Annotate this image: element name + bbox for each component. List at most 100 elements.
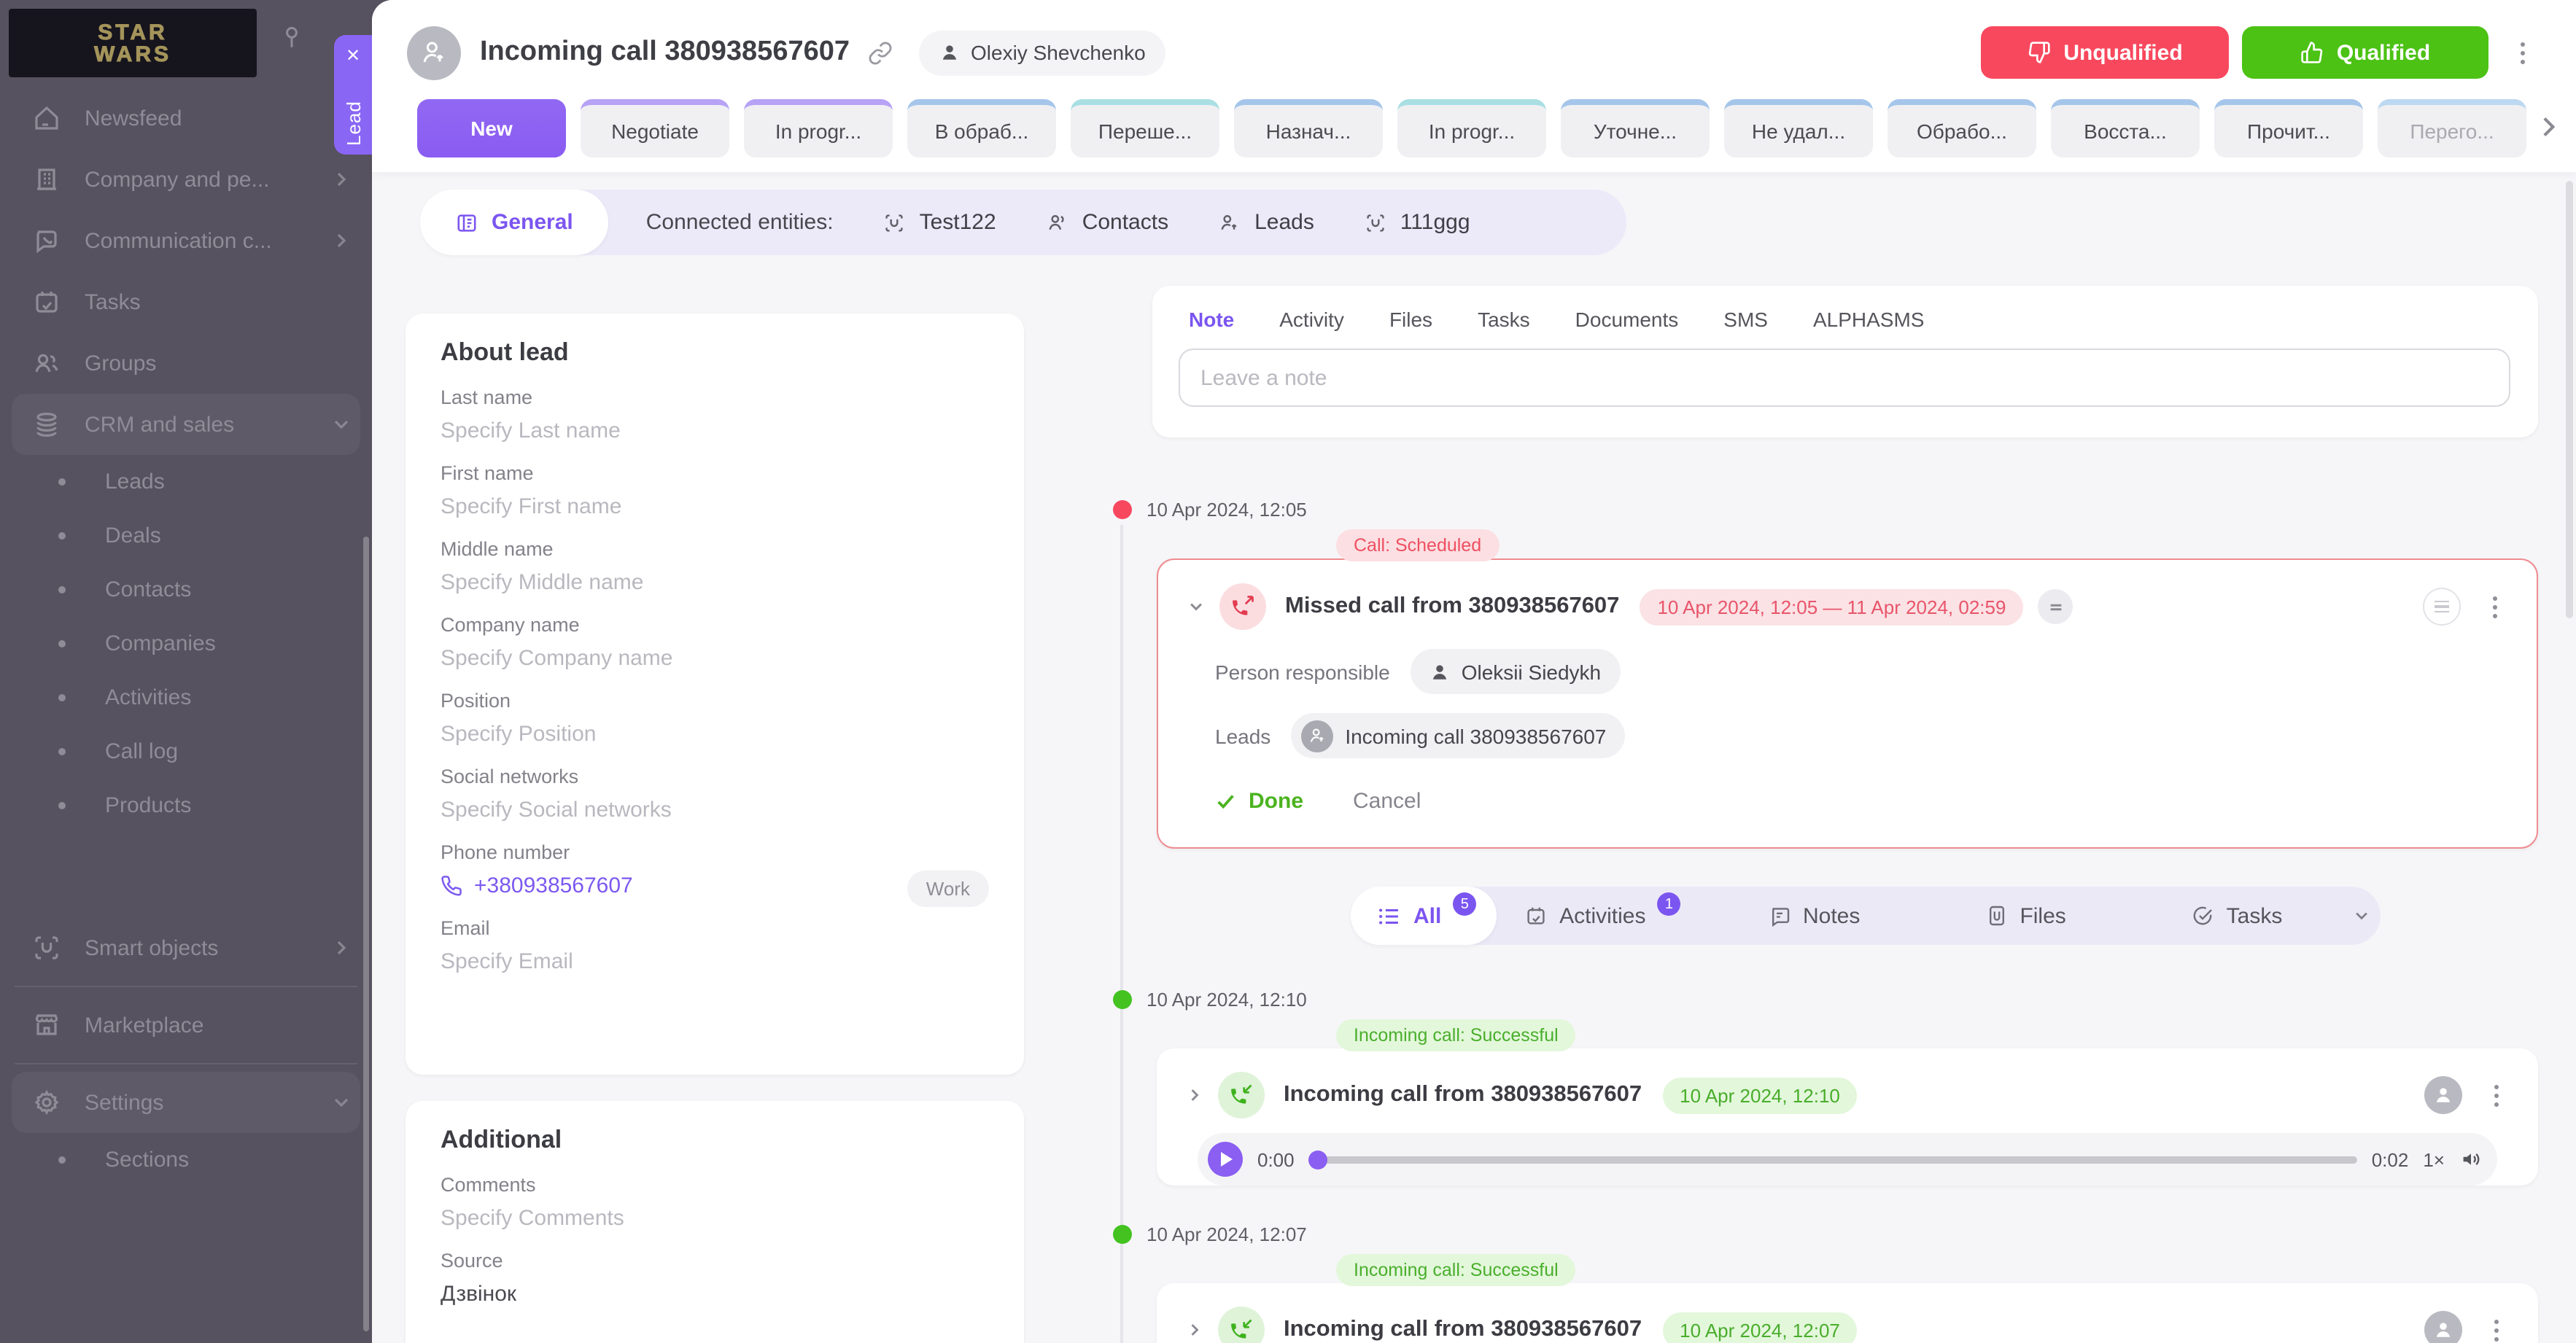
volume-icon[interactable] [2459,1148,2483,1171]
avatar[interactable] [2424,1311,2462,1343]
field-placeholder[interactable]: Specify Email [441,949,989,974]
gear-icon [32,1088,61,1117]
sidebar-item-marketplace[interactable]: Marketplace [0,994,372,1056]
stage-v-obrabotke[interactable]: В обраб... [907,99,1056,157]
panel-scrollbar[interactable] [2566,181,2573,618]
person-responsible-chip[interactable]: Oleksii Siedykh [1411,649,1620,694]
filter-files[interactable]: Files [1920,903,2131,928]
tab-leads[interactable]: Leads [1218,210,1314,235]
sidebar-item-products[interactable]: Products [0,779,372,833]
description-icon[interactable] [2038,589,2073,624]
audio-progress-thumb[interactable] [1309,1150,1328,1169]
done-button[interactable]: Done [1215,789,1303,814]
sidebar-item-company-and-people[interactable]: Company and pe... [0,149,372,210]
field-placeholder[interactable]: Specify Middle name [441,570,989,595]
stage-pereshel[interactable]: Переше... [1071,99,1219,157]
more-options-icon[interactable] [2480,1075,2512,1116]
pin-icon[interactable] [277,23,306,52]
sidebar-item-communication-channels[interactable]: Communication c... [0,210,372,271]
chevron-down-icon[interactable] [1187,598,1205,615]
sidebar-item-call-log[interactable]: Call log [0,725,372,779]
stage-vosstanovlenie[interactable]: Восста... [2051,99,2200,157]
avatar[interactable] [2424,1076,2462,1114]
lead-panel-tab[interactable]: ✕ Lead [334,35,372,155]
tab-test122[interactable]: Test122 [883,210,996,235]
filter-activities[interactable]: Activities 1 [1497,903,1708,928]
sidebar-item-tasks[interactable]: Tasks [0,271,372,332]
sidebar-scrollbar[interactable] [363,537,369,1331]
stages-scroll-right-icon[interactable] [2535,114,2561,140]
activity-title[interactable]: Incoming call from 380938567607 [1284,1317,1642,1343]
tab-note[interactable]: Note [1189,308,1234,331]
chevron-right-icon[interactable] [1186,1086,1203,1104]
stage-obrabotka[interactable]: Обрабо... [1888,99,2036,157]
additional-card: Additional Comments Specify Comments Sou… [406,1101,1024,1343]
stage-negotiate[interactable]: Negotiate [581,99,729,157]
sidebar-item-sections[interactable]: Sections [0,1133,372,1187]
tab-sms[interactable]: SMS [1723,308,1768,331]
field-placeholder[interactable]: Specify Comments [441,1206,989,1231]
tab-activity[interactable]: Activity [1279,308,1344,331]
qualified-button[interactable]: Qualified [2242,26,2488,79]
sidebar-item-smart-objects[interactable]: Smart objects [0,917,372,978]
field-placeholder[interactable]: Specify Last name [441,419,989,443]
chevron-right-icon[interactable] [1186,1321,1203,1339]
card-icon [455,211,478,234]
phone-value: +380938567607 [474,873,633,898]
stage-peregovory[interactable]: Перего... [2378,99,2526,157]
cancel-button[interactable]: Cancel [1353,789,1421,814]
audio-progress-bar[interactable] [1309,1156,2357,1163]
activity-title[interactable]: Missed call from 380938567607 [1285,593,1619,620]
sidebar-item-companies[interactable]: Companies [0,617,372,671]
stage-prochitano[interactable]: Прочит... [2214,99,2363,157]
note-input[interactable] [1179,349,2510,407]
lead-panel: ✕ Lead Incoming call 380938567607 Olexiy… [372,0,2576,1343]
sidebar-item-leads[interactable]: Leads [0,455,372,509]
stage-naznachen[interactable]: Назнач... [1234,99,1383,157]
more-options-icon[interactable] [2478,586,2510,627]
field-placeholder[interactable]: Specify Position [441,722,989,747]
sidebar-item-newsfeed[interactable]: Newsfeed [0,87,372,149]
filter-all[interactable]: All 5 [1351,887,1497,945]
audio-current-time: 0:00 [1257,1148,1295,1170]
play-button[interactable] [1208,1142,1243,1177]
sidebar-item-crm-and-sales[interactable]: CRM and sales [12,394,360,455]
audio-rate-button[interactable]: 1× [2423,1148,2445,1170]
field-placeholder[interactable]: Specify Social networks [441,798,989,822]
responsible-chip[interactable]: Olexiy Shevchenko [918,30,1166,75]
filter-notes[interactable]: Notes [1708,903,1920,928]
tab-alphasms[interactable]: ALPHASMS [1813,308,1925,331]
chevron-down-icon[interactable] [2343,907,2381,924]
app-logo[interactable]: STAR WARS [9,9,257,77]
sidebar-item-groups[interactable]: Groups [0,332,372,394]
tab-111ggg[interactable]: 111ggg [1364,210,1470,235]
tab-tasks[interactable]: Tasks [1478,308,1530,331]
field-placeholder[interactable]: Specify First name [441,494,989,519]
sidebar-item-activities[interactable]: Activities [0,671,372,725]
field-placeholder[interactable]: Specify Company name [441,646,989,671]
tab-general[interactable]: General [420,190,608,255]
lead-chip[interactable]: Incoming call 380938567607 [1291,713,1625,758]
stage-in-progress-2[interactable]: In progr... [1397,99,1546,157]
link-icon[interactable] [867,40,892,65]
stage-new[interactable]: New [417,99,566,157]
stage-utochnenie[interactable]: Уточне... [1561,99,1710,157]
unqualified-button[interactable]: Unqualified [1981,26,2229,79]
tab-files[interactable]: Files [1389,308,1432,331]
filter-tasks[interactable]: Tasks [2131,903,2343,928]
stage-in-progress-1[interactable]: In progr... [744,99,893,157]
attachment-thumbnail[interactable] [2423,588,2461,626]
more-options-icon[interactable] [2506,32,2538,73]
sidebar-item-deals[interactable]: Deals [0,509,372,563]
bullet-icon [58,802,66,809]
more-options-icon[interactable] [2480,1309,2512,1343]
close-icon[interactable]: ✕ [346,35,360,66]
filter-label: Activities [1559,903,1645,928]
sidebar-item-contacts[interactable]: Contacts [0,563,372,617]
activity-title[interactable]: Incoming call from 380938567607 [1284,1082,1642,1108]
sidebar-item-settings[interactable]: Settings [12,1072,360,1133]
field-value[interactable]: Дзвінок [441,1282,989,1307]
tab-contacts[interactable]: Contacts [1046,210,1168,235]
stage-ne-udalos[interactable]: Не удал... [1724,99,1873,157]
tab-documents[interactable]: Documents [1575,308,1679,331]
